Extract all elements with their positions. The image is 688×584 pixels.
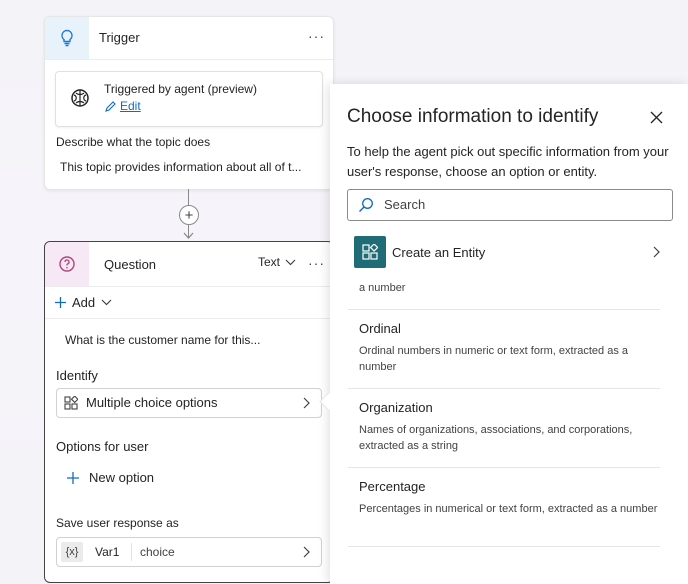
option-desc: Names of organizations, associations, an… [359,424,633,452]
agent-brain-icon [71,89,89,107]
chevron-right-icon [303,546,310,558]
lightbulb-icon [61,29,73,47]
entity-tile [354,236,386,268]
response-type-label: Text [258,255,281,269]
create-entity-button[interactable]: Create an Entity [354,236,666,270]
chevron-right-icon [303,397,310,409]
question-title: Question [104,257,157,272]
search-input[interactable]: Search [347,189,673,221]
close-icon[interactable] [650,111,663,124]
add-label: Add [72,295,96,310]
chevron-down-icon [285,259,296,265]
options-label: Options for user [56,439,149,454]
add-node-button[interactable]: + [179,205,199,225]
arrow-down-icon [183,232,194,239]
create-entity-label: Create an Entity [392,245,486,260]
edit-link[interactable]: Edit [120,99,141,113]
option-desc: Percentages in numerical or text form, e… [359,503,658,515]
variable-name: Var1 [95,545,120,559]
trigger-header-divider [45,59,333,60]
describe-value[interactable]: This topic provides information about al… [60,160,325,174]
toolbar-divider [45,318,333,319]
trigger-more-button[interactable]: ··· [308,28,325,44]
trigger-icon-tile [45,17,89,59]
trigger-title: Trigger [99,30,140,45]
trigger-source-box: Triggered by agent (preview) Edit [55,71,323,127]
pencil-icon [105,100,116,112]
plus-icon [67,471,79,484]
edit-link-wrap[interactable]: Edit [104,99,141,113]
new-option-button[interactable]: New option [67,470,154,485]
choose-information-panel: Choose information to identify To help t… [330,84,688,584]
question-icon-tile [45,242,89,286]
panel-description: To help the agent pick out specific info… [347,144,669,179]
triggered-by-text: Triggered by agent (preview) [104,82,257,96]
option-separator [348,546,660,547]
new-option-label: New option [89,470,155,485]
save-response-label: Save user response as [56,516,179,530]
identify-value: Multiple choice options [86,395,218,410]
option-title: Organization [359,400,433,415]
panel-title: Choose information to identify [347,106,599,127]
question-bubble-icon [59,256,75,272]
trigger-card[interactable]: Trigger ··· Triggered by agent (preview)… [44,16,334,190]
question-more-button[interactable]: ··· [308,255,325,271]
option-desc: Ordinal numbers in numeric or text form,… [359,345,628,373]
option-percentage[interactable]: Percentage Percentages in numerical or t… [348,468,660,546]
question-prompt-text[interactable]: What is the customer name for this... [65,333,260,347]
option-ordinal[interactable]: Ordinal Ordinal numbers in numeric or te… [348,310,660,388]
add-button[interactable]: Add [55,295,112,310]
identify-selector[interactable]: Multiple choice options [56,388,322,418]
search-placeholder: Search [384,197,426,212]
save-variable-selector[interactable]: {x} Var1 choice [56,537,322,567]
chevron-right-icon [653,246,660,258]
option-organization[interactable]: Organization Names of organizations, ass… [348,389,660,467]
choices-grid-icon [64,396,78,410]
chevron-down-icon [101,299,112,306]
question-card[interactable]: Question Text ··· Add What is the custom… [44,241,334,583]
identify-label: Identify [56,368,98,383]
entity-grid-icon [362,244,378,260]
variable-badge: {x} [61,542,83,562]
describe-label: Describe what the topic does [56,135,211,149]
plus-icon [55,297,66,308]
variable-type: choice [140,545,175,559]
search-icon [359,198,373,212]
option-title: Percentage [359,479,426,494]
variable-divider [131,543,132,561]
response-type-dropdown[interactable]: Text [258,255,296,269]
question-header-divider [45,286,333,287]
partial-option-desc: a number [359,282,406,294]
option-title: Ordinal [359,321,401,336]
